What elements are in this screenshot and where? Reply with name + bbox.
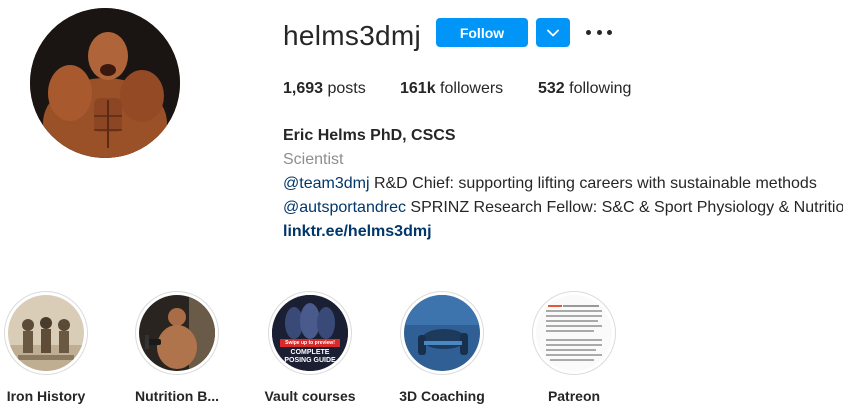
following-label: following (569, 80, 632, 97)
highlight-label: 3D Coaching (399, 388, 485, 404)
bio-mention-autsportandrec[interactable]: @autsportandrec (283, 199, 406, 216)
avatar-image (30, 8, 180, 158)
highlight-label: Vault courses (264, 388, 356, 404)
bio-line-2: @autsportandrec SPRINZ Research Fellow: … (283, 196, 843, 220)
following-stat[interactable]: 532 following (538, 79, 631, 99)
profile-full-name: Eric Helms PhD, CSCS (283, 127, 456, 144)
highlight-label: Patreon (547, 388, 601, 404)
more-options-icon (586, 29, 591, 35)
profile-external-link[interactable]: linktr.ee/helms3dmj (283, 220, 843, 244)
followers-stat[interactable]: 161k followers (400, 79, 503, 99)
suggested-accounts-dropdown-button[interactable] (536, 18, 570, 47)
highlight-nutrition[interactable]: Nutrition B... (135, 291, 219, 404)
bio-line-1: @team3dmj R&D Chief: supporting lifting … (283, 172, 843, 196)
posts-stat: 1,693 posts (283, 79, 366, 99)
vault-cover-title-line2: POSING GUIDE (284, 357, 336, 364)
bio-line-2-text: SPRINZ Research Fellow: S&C & Sport Phys… (405, 199, 843, 216)
bio-line-1-text: R&D Chief: supporting lifting careers wi… (369, 175, 817, 192)
posts-label: posts (327, 80, 366, 97)
highlight-3d-coaching[interactable]: 3D Coaching (399, 291, 485, 404)
posts-count: 1,693 (283, 80, 324, 97)
vault-cover-title-line1: COMPLETE (290, 349, 330, 356)
bio-mention-team3dmj[interactable]: @team3dmj (283, 175, 370, 192)
highlight-cover-image (8, 295, 84, 371)
highlight-vault-courses[interactable]: Swipe up to preview! COMPLETE POSING GUI… (264, 291, 356, 404)
profile-username: helms3dmj (283, 20, 422, 51)
highlight-ring: Swipe up to preview! COMPLETE POSING GUI… (268, 291, 352, 375)
follow-button[interactable]: Follow (436, 18, 528, 47)
more-options-dot (596, 29, 602, 35)
profile-avatar[interactable] (30, 8, 180, 158)
more-options-dot (607, 29, 612, 35)
highlight-label: Nutrition B... (135, 388, 219, 404)
highlight-cover-image (536, 295, 612, 371)
highlight-label: Iron History (6, 388, 86, 404)
vault-cover-swipe-text: Swipe up to preview! (285, 340, 335, 346)
highlight-ring (4, 291, 88, 375)
highlight-cover-image (404, 295, 480, 371)
highlight-iron-history[interactable]: Iron History (4, 291, 88, 404)
chevron-down-icon (547, 29, 559, 36)
highlight-cover-image: Swipe up to preview! COMPLETE POSING GUI… (272, 295, 348, 371)
followers-label: followers (440, 80, 504, 97)
highlight-patreon[interactable]: Patreon (532, 291, 616, 404)
highlight-ring (532, 291, 616, 375)
highlight-cover-image (139, 295, 215, 371)
more-options-button[interactable] (586, 24, 612, 40)
highlight-ring (135, 291, 219, 375)
highlight-ring (400, 291, 484, 375)
profile-category: Scientist (283, 151, 344, 168)
profile-bio: Eric Helms PhD, CSCS Scientist @team3dmj… (283, 124, 843, 244)
following-count: 532 (538, 80, 565, 97)
followers-count: 161k (400, 80, 436, 97)
